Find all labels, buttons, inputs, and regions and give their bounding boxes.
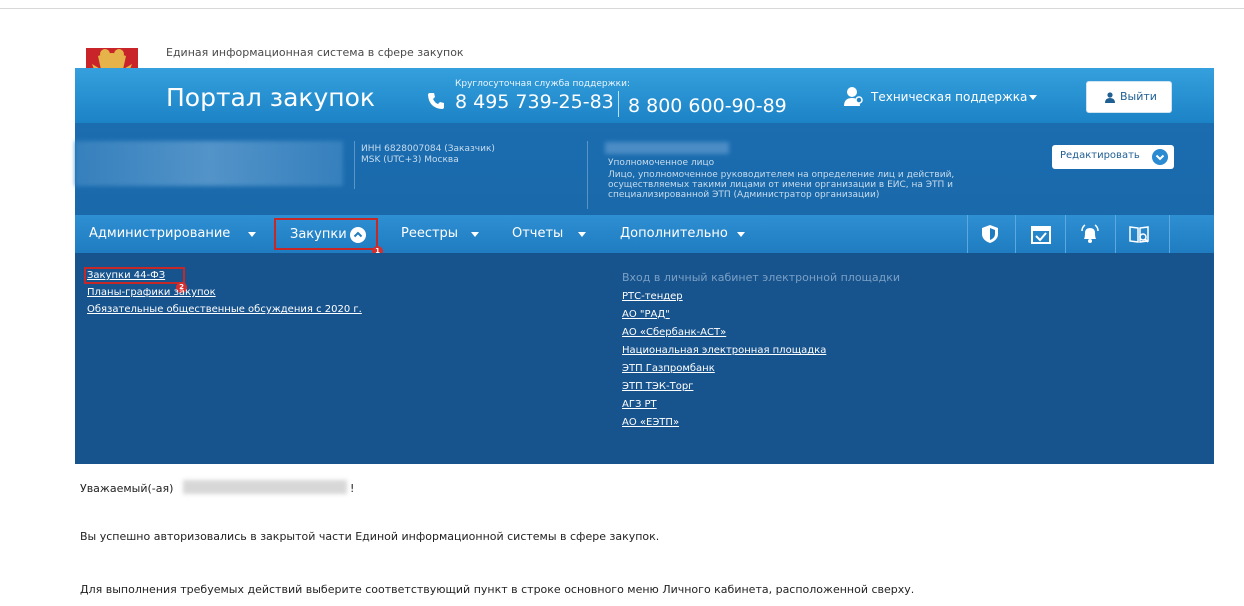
system-title: Единая информационная система в сфере за…: [166, 46, 464, 59]
menu-item-additional[interactable]: Дополнительно: [620, 226, 728, 241]
notification-bell-icon[interactable]: [1079, 223, 1101, 245]
menu-item-purchases[interactable]: Закупки: [274, 218, 378, 250]
support-user-icon[interactable]: [842, 85, 864, 107]
nav-divider: [1015, 215, 1016, 253]
main-menu: Администрирование Закупки 1 Реестры Отче…: [75, 215, 1214, 257]
menu-item-administration[interactable]: Администрирование: [89, 226, 230, 241]
phone-icon: [428, 93, 444, 109]
profile-divider: [587, 141, 588, 209]
link-purchases-44fz[interactable]: Закупки 44-ФЗ: [87, 270, 165, 281]
chevron-down-icon[interactable]: [471, 232, 479, 237]
etp-login-heading: Вход в личный кабинет электронной площад…: [622, 271, 901, 284]
link-etp-rts-tender[interactable]: РТС-тендер: [622, 291, 683, 302]
tech-support-menu[interactable]: Техническая поддержка: [871, 90, 1027, 104]
link-public-discussions[interactable]: Обязательные общественные обсуждения с 2…: [87, 304, 362, 315]
link-etp-tek-torg[interactable]: ЭТП ТЭК-Торг: [622, 381, 693, 392]
link-etp-national[interactable]: Национальная электронная площадка: [622, 345, 826, 356]
greeting-text: Уважаемый(-ая): [80, 482, 174, 495]
link-etp-gazprombank[interactable]: ЭТП Газпромбанк: [622, 363, 715, 374]
book-search-icon[interactable]: [1128, 223, 1150, 245]
link-etp-rad[interactable]: АО "РАД": [622, 309, 670, 320]
logout-button[interactable]: Выйти: [1086, 81, 1172, 113]
portal-title[interactable]: Портал закупок: [166, 83, 375, 112]
nav-divider: [1115, 215, 1116, 253]
shield-icon[interactable]: [979, 223, 1001, 245]
phone-secondary: 8 800 600-90-89: [628, 95, 787, 117]
phone-primary: 8 495 739-25-83: [455, 91, 614, 113]
greeting-suffix: !: [350, 482, 355, 495]
role-description: Лицо, уполномоченное руководителем на оп…: [608, 170, 955, 200]
link-etp-agz-rt[interactable]: АГЗ РТ: [622, 399, 657, 410]
top-divider: [0, 8, 1244, 9]
menu-item-purchases-label: Закупки: [290, 227, 347, 242]
timezone-line: MSK (UTC+3) Москва: [361, 155, 459, 165]
support-caption: Круглосуточная служба поддержки:: [455, 79, 631, 89]
logout-label: Выйти: [1120, 90, 1157, 103]
phone-divider: [618, 91, 619, 117]
chevron-up-icon[interactable]: [350, 227, 366, 243]
profile-divider: [354, 141, 355, 189]
chevron-down-icon[interactable]: [578, 232, 586, 237]
chevron-down-icon[interactable]: [1029, 95, 1037, 100]
chevron-down-icon[interactable]: [248, 232, 256, 237]
nav-divider: [1065, 215, 1066, 253]
chevron-down-icon[interactable]: [737, 232, 745, 237]
nav-divider: [967, 215, 968, 253]
calendar-check-icon[interactable]: [1030, 223, 1052, 245]
user-name-redacted: [605, 142, 729, 154]
nav-divider: [1169, 215, 1170, 253]
menu-item-registries[interactable]: Реестры: [401, 226, 458, 241]
link-etp-sberbank-ast[interactable]: АО «Сбербанк-АСТ»: [622, 327, 726, 338]
purchases-dropdown: Закупки 44-ФЗ 2 Планы-графики закупок Об…: [75, 253, 1214, 464]
auth-success-message: Вы успешно авторизовались в закрытой час…: [80, 530, 660, 543]
inn-line: ИНН 6828007084 (Заказчик): [361, 144, 495, 154]
menu-hint-message: Для выполнения требуемых действий выбери…: [80, 583, 915, 596]
profile-bar: ИНН 6828007084 (Заказчик) MSK (UTC+3) Мо…: [75, 123, 1214, 215]
link-etp-eetp[interactable]: АО «ЕЭТП»: [622, 417, 679, 428]
edit-label: Редактировать: [1060, 150, 1140, 161]
user-icon: [1105, 92, 1115, 103]
chevron-down-icon: [1152, 149, 1168, 165]
menu-item-reports[interactable]: Отчеты: [512, 226, 563, 241]
user-name-redacted: [183, 480, 347, 494]
link-purchase-schedules[interactable]: Планы-графики закупок: [87, 287, 216, 298]
organization-name-redacted: [75, 141, 343, 186]
role-title: Уполномоченное лицо: [608, 158, 715, 168]
portal-header: Портал закупок Круглосуточная служба под…: [75, 68, 1214, 123]
edit-profile-button[interactable]: Редактировать: [1052, 145, 1174, 169]
